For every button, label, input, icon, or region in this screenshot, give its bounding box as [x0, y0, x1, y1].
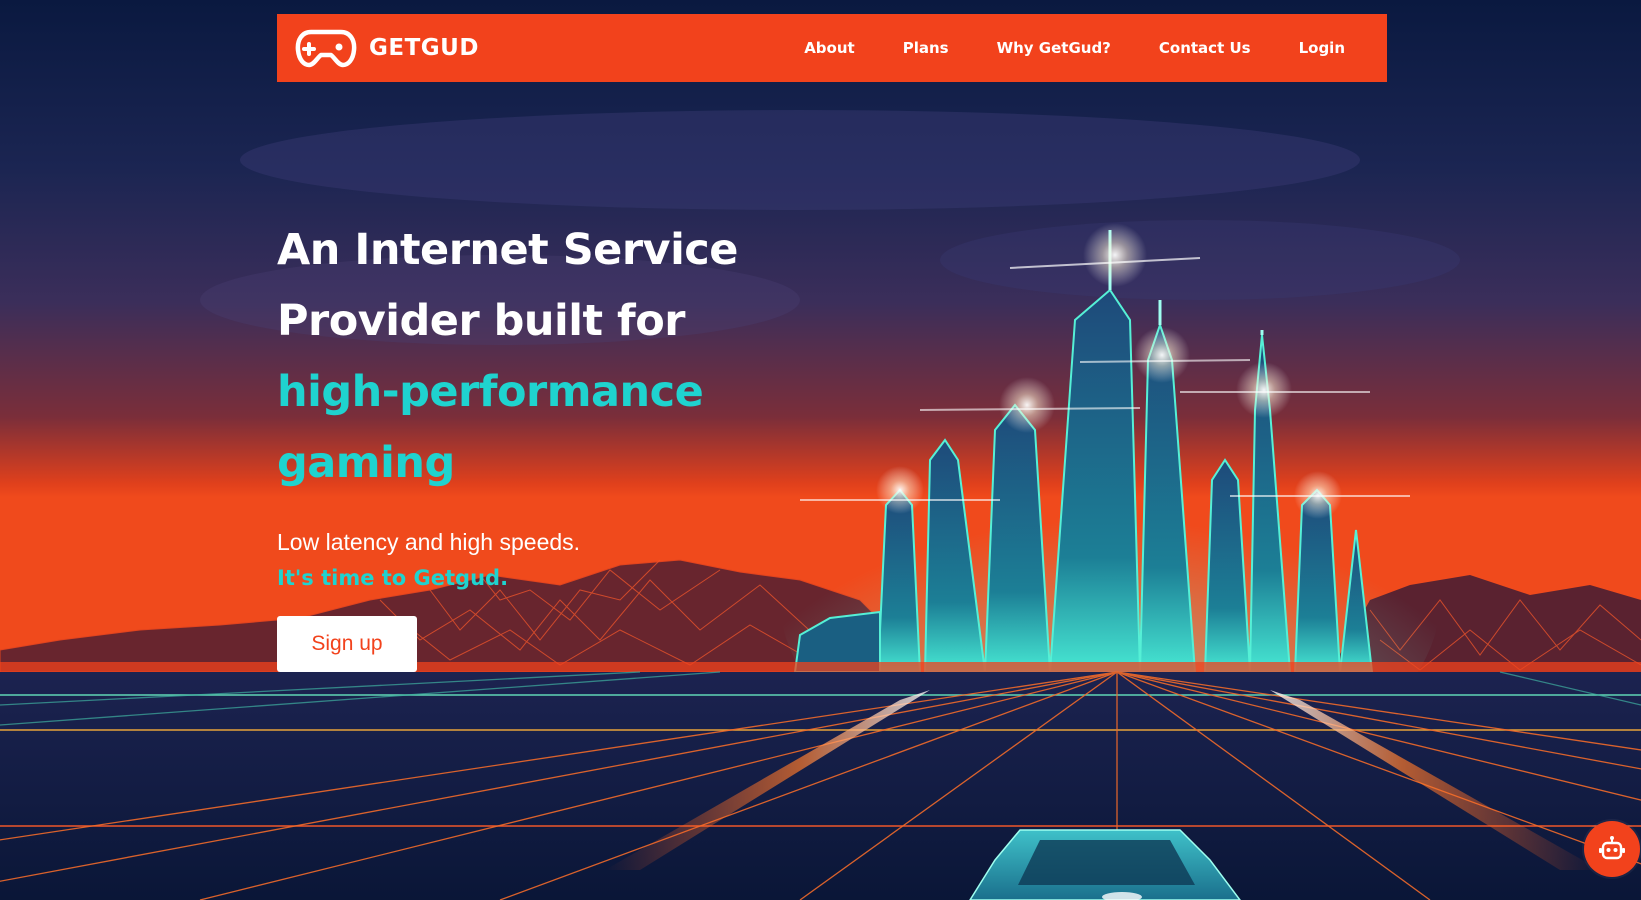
brand-name: GETGUD [369, 35, 479, 61]
nav-links: About Plans Why GetGud? Contact Us Login [756, 39, 1345, 57]
brand-logo-link[interactable]: GETGUD [295, 28, 479, 68]
hero-background-illustration [0, 0, 1641, 900]
hero-title-accent-line-2: gaming [277, 438, 455, 488]
top-navbar: GETGUD About Plans Why GetGud? Contact U… [277, 14, 1387, 82]
chatbot-button[interactable] [1584, 821, 1640, 877]
hero-title-line-1: An Internet Service [277, 225, 738, 275]
hero-title-line-2: Provider built for [277, 296, 686, 346]
nav-link-plans[interactable]: Plans [903, 39, 949, 57]
hero-section: An Internet Service Provider built for h… [277, 215, 797, 672]
robot-icon [1599, 836, 1625, 860]
nav-link-why-getgud[interactable]: Why GetGud? [997, 39, 1111, 57]
signup-button[interactable]: Sign up [277, 616, 417, 672]
hero-title: An Internet Service Provider built for h… [277, 215, 797, 499]
nav-link-about[interactable]: About [804, 39, 855, 57]
nav-link-contact-us[interactable]: Contact Us [1159, 39, 1251, 57]
nav-link-login[interactable]: Login [1299, 39, 1345, 57]
hero-title-accent-line-1: high-performance [277, 367, 704, 417]
hero-cta-text: It's time to Getgud. [277, 566, 509, 590]
hero-tagline: Low latency and high speeds. [277, 529, 581, 555]
gamepad-icon [295, 29, 357, 68]
